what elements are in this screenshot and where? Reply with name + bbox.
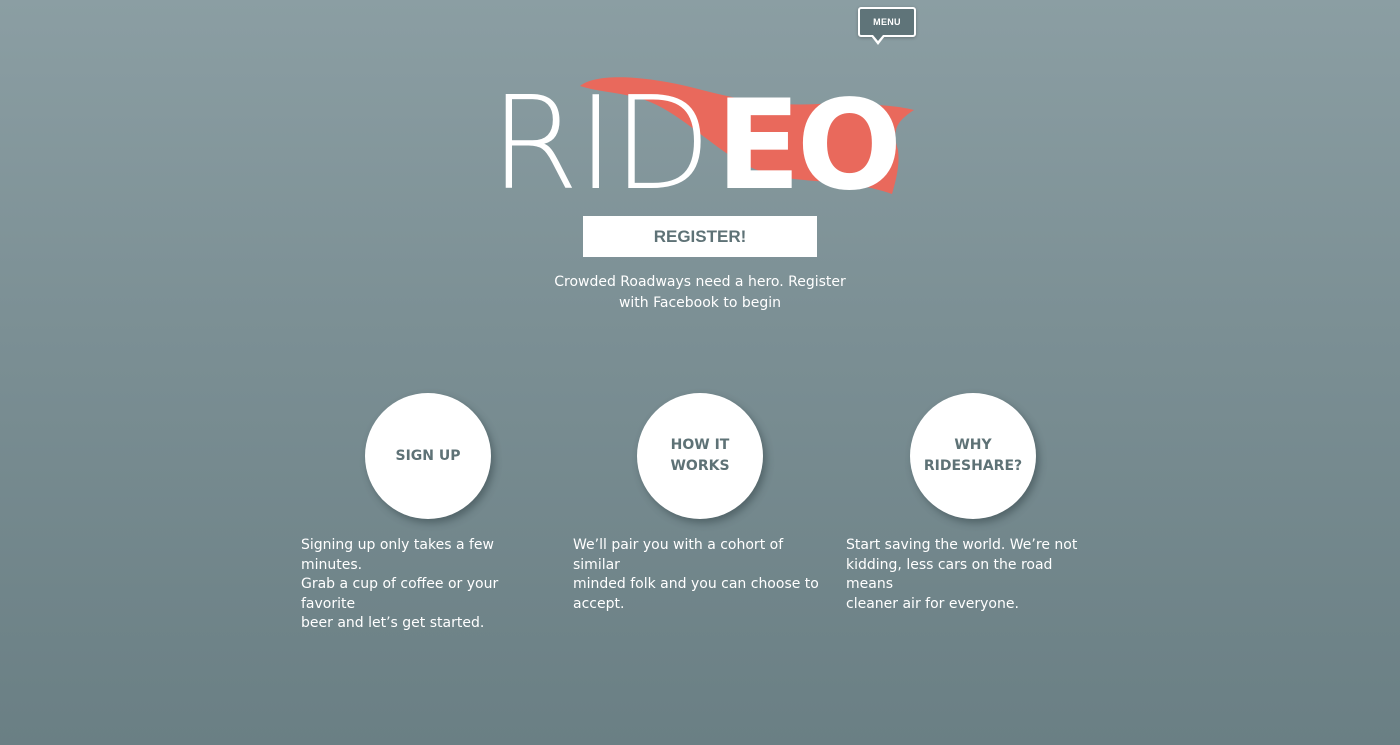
how-it-works-button[interactable]: HOW IT WORKS — [637, 393, 763, 519]
description-line: minded folk and you can choose to — [573, 576, 819, 592]
description-line: accept. — [573, 595, 625, 612]
logo-bold-text: EO — [716, 74, 898, 205]
tagline-line: Crowded Roadways need a hero. Register — [554, 274, 846, 290]
description-line: kidding, less cars on the road means — [846, 556, 1053, 593]
menu-label: MENU — [873, 17, 901, 27]
menu-button[interactable]: MENU — [858, 7, 916, 37]
sign-up-title: SIGN UP — [395, 447, 461, 464]
why-rideshare-title-line1: WHY — [954, 437, 992, 453]
how-it-works-title-line1: HOW IT — [670, 437, 730, 453]
how-it-works-description: We’ll pair you with a cohort of similar … — [573, 536, 823, 614]
sign-up-button[interactable]: SIGN UP — [365, 393, 491, 519]
description-line: Grab a cup of coffee or your favorite — [301, 576, 499, 612]
description-line: Start saving the world. We’re not — [846, 537, 1078, 553]
description-line: beer and let’s get started. — [301, 615, 485, 631]
sign-up-description: Signing up only takes a few minutes. Gra… — [301, 536, 551, 634]
menu-pointer-inner — [873, 35, 883, 41]
logo-graphic: RID EO — [490, 70, 914, 205]
how-it-works-label: HOW IT WORKS — [650, 435, 750, 477]
description-line: We’ll pair you with a cohort of similar — [573, 537, 784, 573]
how-it-works-title-line2: WORKS — [670, 458, 730, 474]
tagline: Crowded Roadways need a hero. Register w… — [540, 272, 860, 314]
logo-thin-text: RID — [490, 70, 709, 205]
description-line: cleaner air for everyone. — [846, 595, 1019, 612]
why-rideshare-label: WHY RIDESHARE? — [923, 435, 1023, 477]
register-button[interactable]: REGISTER! — [583, 216, 817, 257]
why-rideshare-button[interactable]: WHY RIDESHARE? — [910, 393, 1036, 519]
tagline-line: with Facebook to begin — [618, 295, 782, 311]
logo: RID EO — [480, 70, 940, 205]
register-label: REGISTER! — [653, 226, 747, 246]
why-rideshare-title-line2: RIDESHARE? — [923, 458, 1023, 474]
sign-up-label: SIGN UP — [378, 446, 478, 467]
why-rideshare-description: Start saving the world. We’re not kiddin… — [846, 536, 1096, 614]
description-line: Signing up only takes a few minutes. — [301, 537, 494, 573]
